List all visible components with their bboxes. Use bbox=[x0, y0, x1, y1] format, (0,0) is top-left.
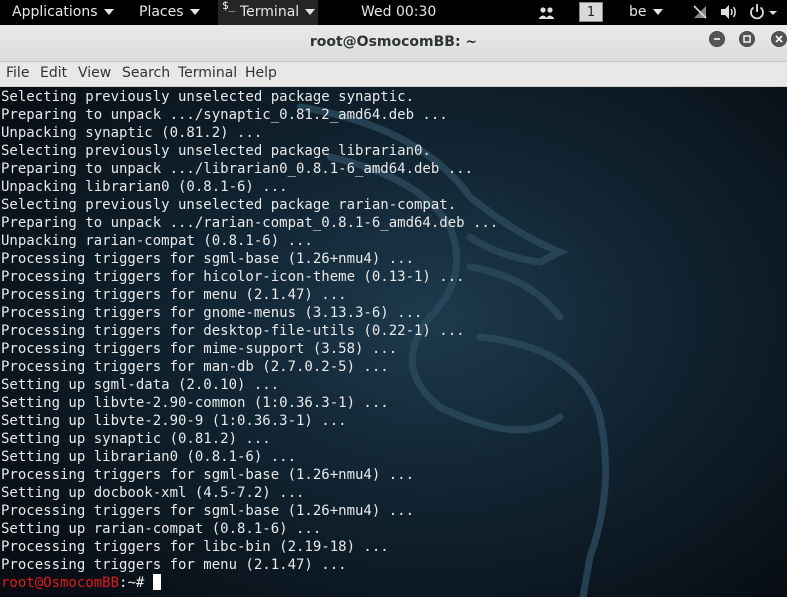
close-button[interactable] bbox=[771, 31, 787, 47]
chevron-down-icon bbox=[652, 9, 663, 15]
volume-icon[interactable] bbox=[720, 4, 738, 20]
terminal-line: Setting up librarian0 (0.8.1-6) ... bbox=[1, 449, 297, 465]
terminal-line: Processing triggers for man-db (2.7.0.2-… bbox=[1, 359, 389, 375]
terminal-line: Selecting previously unselected package … bbox=[1, 89, 415, 105]
menubar: File Edit View Search Terminal Help bbox=[0, 62, 787, 87]
terminal-line: Setting up docbook-xml (4.5-7.2) ... bbox=[1, 485, 305, 501]
keyboard-layout-label: be bbox=[629, 4, 647, 20]
minimize-icon bbox=[714, 38, 720, 40]
places-menu[interactable]: Places bbox=[139, 0, 200, 25]
menu-terminal[interactable]: Terminal bbox=[178, 62, 237, 85]
places-label: Places bbox=[139, 4, 184, 20]
applications-label: Applications bbox=[12, 4, 98, 20]
terminal-line: Setting up libvte-2.90-9 (1:0.36.3-1) ..… bbox=[1, 413, 347, 429]
people-icon[interactable] bbox=[538, 5, 555, 20]
prompt-user: root@OsmocomBB bbox=[1, 575, 120, 591]
maximize-button[interactable] bbox=[739, 31, 755, 47]
terminal-app-label: Terminal bbox=[240, 4, 300, 20]
applications-menu[interactable]: Applications bbox=[12, 0, 114, 25]
prompt-path: :~# bbox=[119, 575, 153, 591]
maximize-icon bbox=[743, 35, 751, 43]
terminal-line: Processing triggers for mime-support (3.… bbox=[1, 341, 398, 357]
terminal-line: Preparing to unpack .../librarian0_0.8.1… bbox=[1, 161, 474, 177]
clock[interactable]: Wed 00:30 bbox=[361, 0, 436, 25]
terminal-line: Unpacking synaptic (0.81.2) ... bbox=[1, 125, 263, 141]
network-icon[interactable] bbox=[692, 4, 708, 20]
chevron-down-icon bbox=[189, 9, 200, 15]
terminal-line: Selecting previously unselected package … bbox=[1, 197, 457, 213]
menu-edit[interactable]: Edit bbox=[40, 62, 67, 85]
terminal-line: Processing triggers for hicolor-icon-the… bbox=[1, 269, 465, 285]
terminal-line: Unpacking rarian-compat (0.8.1-6) ... bbox=[1, 233, 313, 249]
terminal-line: Processing triggers for menu (2.1.47) ..… bbox=[1, 557, 347, 573]
menu-file[interactable]: File bbox=[6, 62, 29, 85]
terminal-icon: $_ bbox=[222, 0, 236, 12]
terminal-area[interactable]: Selecting previously unselected package … bbox=[0, 87, 787, 597]
menu-search[interactable]: Search bbox=[122, 62, 170, 85]
power-icon[interactable] bbox=[748, 3, 778, 21]
terminal-line: Processing triggers for sgml-base (1.26+… bbox=[1, 503, 415, 519]
window-title: root@OsmocomBB: ~ bbox=[309, 34, 478, 50]
terminal-line: Selecting previously unselected package … bbox=[1, 143, 431, 159]
workspace-indicator[interactable]: 1 bbox=[579, 2, 603, 22]
terminal-line: Processing triggers for sgml-base (1.26+… bbox=[1, 251, 415, 267]
terminal-line: Processing triggers for sgml-base (1.26+… bbox=[1, 467, 415, 483]
menu-help[interactable]: Help bbox=[245, 62, 277, 85]
minimize-button[interactable] bbox=[709, 31, 725, 47]
terminal-prompt-line[interactable]: root@OsmocomBB:~# bbox=[1, 574, 498, 592]
terminal-output: Selecting previously unselected package … bbox=[1, 88, 498, 592]
terminal-line: Setting up rarian-compat (0.8.1-6) ... bbox=[1, 521, 322, 537]
terminal-line: Setting up sgml-data (2.0.10) ... bbox=[1, 377, 280, 393]
terminal-line: Processing triggers for gnome-menus (3.1… bbox=[1, 305, 423, 321]
terminal-line: Preparing to unpack .../rarian-compat_0.… bbox=[1, 215, 499, 231]
terminal-line: Processing triggers for libc-bin (2.19-1… bbox=[1, 539, 389, 555]
terminal-line: Processing triggers for menu (2.1.47) ..… bbox=[1, 287, 347, 303]
chevron-down-icon bbox=[305, 9, 316, 15]
chevron-down-icon bbox=[103, 9, 114, 15]
terminal-app-menu[interactable]: $_ Terminal bbox=[218, 0, 318, 25]
terminal-line: Setting up libvte-2.90-common (1:0.36.3-… bbox=[1, 395, 389, 411]
keyboard-layout-menu[interactable]: be bbox=[629, 0, 663, 25]
terminal-line: Setting up synaptic (0.81.2) ... bbox=[1, 431, 271, 447]
menu-view[interactable]: View bbox=[78, 62, 111, 85]
text-cursor bbox=[152, 574, 161, 590]
terminal-line: Preparing to unpack .../synaptic_0.81.2_… bbox=[1, 107, 448, 123]
close-icon bbox=[775, 35, 783, 43]
terminal-line: Unpacking librarian0 (0.8.1-6) ... bbox=[1, 179, 288, 195]
top-panel: Applications Places $_ Terminal Wed 00:3… bbox=[0, 0, 787, 25]
terminal-line: Processing triggers for desktop-file-uti… bbox=[1, 323, 465, 339]
window-titlebar[interactable]: root@OsmocomBB: ~ bbox=[0, 25, 787, 62]
